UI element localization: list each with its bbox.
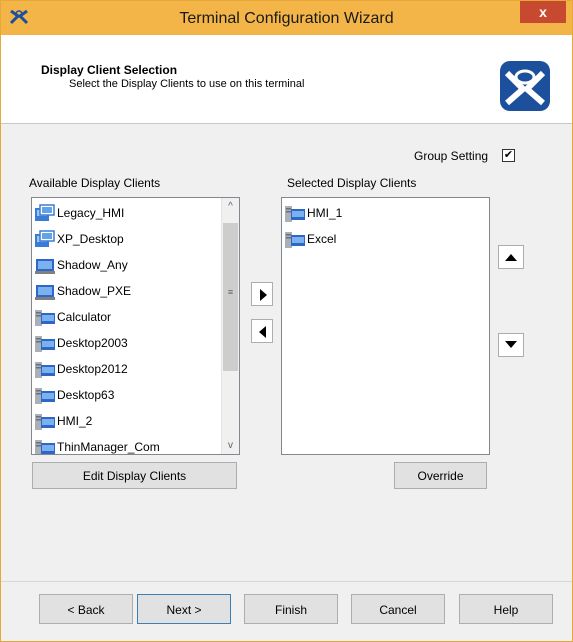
arrow-left-icon [259, 326, 266, 338]
available-client-item-label: Desktop2012 [57, 362, 128, 376]
selected-client-item-label: HMI_1 [307, 206, 343, 220]
title-bar[interactable]: Terminal Configuration Wizard x [1, 1, 572, 35]
group-setting-checkbox[interactable]: ✔ [502, 149, 515, 162]
server-app-icon [34, 386, 56, 406]
available-client-item-label: Desktop2003 [57, 336, 128, 350]
scroll-grip-icon: ≡ [227, 287, 234, 297]
available-clients-label: Available Display Clients [29, 176, 161, 190]
edit-display-clients-button[interactable]: Edit Display Clients [32, 462, 237, 489]
next-button[interactable]: Next > [137, 594, 231, 624]
page-title: Display Client Selection [41, 63, 178, 77]
move-down-button[interactable] [498, 333, 524, 357]
scroll-down-icon[interactable]: v [222, 437, 239, 454]
close-button[interactable]: x [520, 1, 566, 23]
selected-client-item-label: Excel [307, 232, 337, 246]
server-app-icon [284, 230, 306, 250]
move-up-button[interactable] [498, 245, 524, 269]
arrow-down-icon [505, 341, 517, 348]
selected-clients-label: Selected Display Clients [287, 176, 417, 190]
arrow-right-icon [260, 289, 267, 301]
available-client-item-label: Shadow_Any [57, 258, 128, 272]
help-button[interactable]: Help [459, 594, 553, 624]
finish-button[interactable]: Finish [244, 594, 338, 624]
cancel-button[interactable]: Cancel [351, 594, 445, 624]
selected-clients-list[interactable]: HMI_1 Excel [281, 197, 490, 455]
remote-app-icon [34, 230, 56, 250]
wizard-window: Terminal Configuration Wizard x Display … [0, 0, 573, 642]
available-client-item-label: Desktop63 [57, 388, 115, 402]
override-button[interactable]: Override [394, 462, 487, 489]
wizard-header: Display Client Selection Select the Disp… [1, 35, 572, 124]
monitor-icon [34, 282, 56, 302]
back-button[interactable]: < Back [39, 594, 133, 624]
remote-app-icon [34, 204, 56, 224]
scroll-up-icon[interactable]: ^ [222, 198, 239, 215]
server-app-icon [284, 204, 306, 224]
available-client-item-label: Legacy_HMI [57, 206, 125, 220]
available-client-item-label: Calculator [57, 310, 112, 324]
available-client-item-label: HMI_2 [57, 414, 93, 428]
remove-client-button[interactable] [251, 319, 273, 343]
footer-divider [1, 581, 572, 582]
arrow-up-icon [505, 254, 517, 261]
server-app-icon [34, 360, 56, 380]
server-app-icon [34, 412, 56, 432]
server-app-icon [34, 334, 56, 354]
available-client-item-label: ThinManager_Com [57, 440, 160, 454]
thinmanager-logo-icon [500, 61, 550, 111]
available-list-scrollbar[interactable]: ^ ≡ v [221, 198, 239, 454]
available-client-item-label: XP_Desktop [57, 232, 124, 246]
scroll-thumb[interactable] [223, 223, 238, 371]
monitor-icon [34, 256, 56, 276]
available-client-item-label: Shadow_PXE [57, 284, 132, 298]
page-subtitle: Select the Display Clients to use on thi… [69, 78, 305, 90]
window-title: Terminal Configuration Wizard [179, 10, 394, 27]
server-app-icon [34, 438, 56, 454]
add-client-button[interactable] [251, 282, 273, 306]
group-setting-label: Group Setting [414, 149, 489, 163]
available-clients-list[interactable]: Legacy_HMI XP_Desktop Shadow_Any Shadow_PXE… [31, 197, 240, 455]
server-app-icon [34, 308, 56, 328]
